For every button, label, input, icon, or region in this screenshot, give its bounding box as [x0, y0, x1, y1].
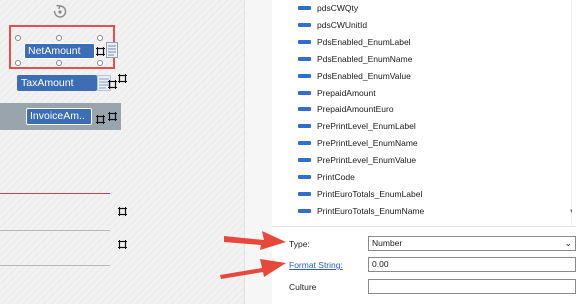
field-list-item-label: PdsEnabled_EnumLabel — [317, 36, 411, 47]
field-list-item[interactable]: pdsCWUnitId — [298, 17, 367, 33]
field-list[interactable]: pdsCWQty pdsCWUnitId PdsEnabled_EnumLabel P… — [290, 0, 572, 226]
culture-input[interactable] — [368, 279, 576, 294]
field-list-item-label: PdsEnabled_EnumValue — [317, 70, 411, 81]
field-icon — [298, 90, 311, 95]
field-icon — [298, 208, 311, 213]
field-list-item-label: PdsEnabled_EnumName — [317, 53, 413, 64]
tax-amount-field[interactable]: TaxAmount — [17, 75, 97, 91]
vertical-scrollbar[interactable] — [570, 0, 572, 226]
anchor-icon — [108, 80, 117, 89]
resize-handle[interactable] — [15, 60, 21, 66]
format-string-input[interactable]: 0.00 — [368, 257, 576, 272]
rotate-handle-icon[interactable] — [52, 4, 68, 20]
field-list-item[interactable]: PrintCode — [298, 169, 355, 185]
annotation-arrow-icon — [224, 231, 286, 250]
report-designer-canvas[interactable]: NetAmount TaxAmount InvoiceAm.. — [0, 0, 244, 304]
invoice-amount-field[interactable]: InvoiceAm.. — [26, 108, 92, 125]
annotation-arrow-icon — [220, 259, 286, 279]
field-icon — [298, 56, 311, 61]
type-label: Type: — [289, 239, 310, 249]
anchor-icon — [108, 112, 117, 121]
field-icon — [298, 39, 311, 44]
field-list-item[interactable]: pdsCWQty — [298, 0, 358, 16]
anchor-icon — [96, 47, 105, 56]
type-value: Number — [372, 238, 403, 248]
field-list-item[interactable]: PdsEnabled_EnumName — [298, 51, 412, 67]
chevron-down-icon[interactable]: ⌄ — [564, 237, 572, 250]
anchor-icon — [118, 207, 127, 216]
field-list-item[interactable]: PrePrintLevel_EnumName — [298, 135, 418, 151]
section-divider-line — [0, 265, 110, 266]
field-list-item[interactable]: PrepaidAmount — [298, 85, 376, 101]
anchor-icon — [118, 74, 127, 83]
section-divider-line — [0, 230, 110, 231]
field-list-item[interactable]: PrePrintLevel_EnumLabel — [298, 118, 416, 134]
culture-label: Culture — [289, 282, 317, 292]
field-list-item-label: PrintCode — [317, 172, 355, 182]
resize-handle[interactable] — [97, 35, 103, 41]
field-list-item-label: PrintEuroTotals_EnumName — [317, 205, 425, 216]
anchor-icon — [96, 115, 105, 124]
field-list-item[interactable]: PrePrintLevel_EnumValue — [298, 152, 416, 168]
field-list-item[interactable]: PrepaidAmountEuro — [298, 101, 394, 117]
resize-handle[interactable] — [97, 60, 103, 66]
field-list-item-label: PrePrintLevel_EnumValue — [317, 155, 417, 166]
selection-handles — [15, 35, 103, 69]
field-list-item[interactable]: PrintEuroTotals_EnumLabel — [298, 186, 422, 202]
field-icon — [298, 141, 311, 146]
field-icon — [298, 124, 311, 129]
field-list-item-label: pdsCWUnitId — [317, 19, 368, 30]
anchor-icon — [118, 240, 127, 249]
field-list-item[interactable]: PdsEnabled_EnumValue — [298, 68, 411, 84]
scroll-down-icon[interactable]: ▼ — [569, 209, 572, 215]
resize-handle[interactable] — [15, 35, 21, 41]
resize-handle[interactable] — [56, 35, 62, 41]
format-list-icon[interactable] — [106, 42, 118, 58]
field-list-item-label: PrePrintLevel_EnumName — [317, 138, 418, 149]
field-icon — [298, 158, 311, 163]
field-icon — [298, 107, 311, 112]
field-list-item-label: PrintEuroTotals_EnumLabel — [317, 188, 423, 199]
field-icon — [298, 175, 311, 179]
field-list-item-label: PrePrintLevel_EnumLabel — [317, 121, 416, 132]
field-list-item[interactable]: PdsEnabled_EnumLabel — [298, 34, 411, 50]
field-list-item[interactable]: PrintEuroTotals_EnumName — [298, 203, 424, 219]
field-list-item-label: PrepaidAmountEuro — [317, 104, 394, 115]
field-list-item-label: pdsCWQty — [317, 3, 359, 13]
type-select[interactable]: Number ⌄ — [368, 236, 576, 251]
field-icon — [298, 6, 311, 10]
field-icon — [298, 191, 311, 196]
field-list-item-label: PrepaidAmount — [317, 87, 376, 98]
section-divider-line — [0, 193, 110, 194]
format-string-link[interactable]: Format String: — [289, 260, 343, 270]
field-icon — [298, 22, 311, 27]
properties-panel: Type: Number ⌄ Format String: 0.00 Cultu… — [272, 226, 576, 304]
field-icon — [298, 73, 311, 78]
resize-handle[interactable] — [56, 60, 62, 66]
